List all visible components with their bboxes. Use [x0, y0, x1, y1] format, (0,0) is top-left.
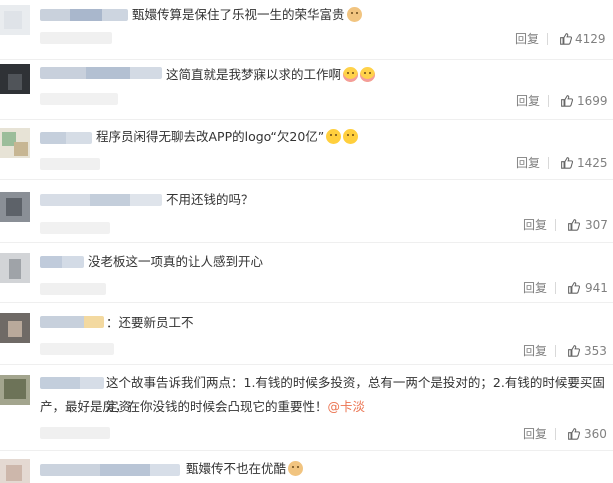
comment-actions: 回复 941	[523, 280, 611, 296]
thumbs-up-icon[interactable]	[567, 218, 580, 231]
avatar[interactable]	[0, 313, 30, 343]
timestamp-blurred	[40, 283, 106, 295]
like-count: 941	[585, 281, 608, 295]
comment-actions: 回复 1425	[516, 155, 611, 171]
avatar[interactable]	[0, 459, 30, 483]
divider	[555, 282, 556, 294]
timestamp-blurred	[40, 427, 110, 439]
username[interactable]	[40, 256, 84, 268]
comment-item: 这个故事告诉我们两点：1.有钱的时候多投资，总有一两个是投对的；2.有钱的时候要…	[0, 365, 613, 451]
like-count: 1425	[577, 156, 608, 170]
comment-text: 程序员闲得无聊去改APP的logo“欠20亿”	[96, 125, 359, 149]
avatar[interactable]	[0, 128, 30, 158]
divider	[555, 428, 556, 440]
timestamp-blurred	[40, 158, 100, 170]
comment-text: 这简直就是我梦寐以求的工作啊	[166, 63, 376, 87]
username[interactable]	[40, 316, 104, 328]
divider	[548, 157, 549, 169]
avatar[interactable]	[0, 192, 30, 222]
divider	[547, 33, 548, 45]
reply-button[interactable]: 回复	[523, 217, 547, 233]
divider	[548, 95, 549, 107]
username[interactable]	[40, 67, 162, 79]
comment-item: 甄嬛传不也在优酷	[0, 451, 613, 483]
comment-actions: 回复 360	[523, 426, 611, 442]
doge-icon	[346, 7, 362, 22]
comment-text: 没老板这一项真的让人感到开心	[88, 254, 264, 269]
avatar[interactable]	[0, 64, 30, 94]
comment-actions: 回复 4129	[515, 31, 610, 47]
like-count: 360	[584, 427, 607, 441]
comment-item: 甄嬛传算是保住了乐视一生的荣华富贵 回复 4129	[0, 0, 613, 60]
timestamp-blurred	[40, 32, 112, 44]
comment-text: 甄嬛传算是保住了乐视一生的荣华富贵	[132, 3, 362, 27]
laugh-icon	[343, 129, 359, 144]
comment-list: 甄嬛传算是保住了乐视一生的荣华富贵 回复 4129 这简直就是我梦寐以求的工作啊…	[0, 0, 613, 483]
comment-item: ：还要新员工不 回复 353	[0, 303, 613, 365]
timestamp-blurred	[40, 222, 110, 234]
thumbs-up-icon[interactable]	[560, 156, 573, 169]
username[interactable]	[40, 464, 180, 476]
reply-button[interactable]: 回复	[516, 155, 540, 171]
reply-button[interactable]: 回复	[523, 426, 547, 442]
mention-link[interactable]: @卡淡	[328, 399, 366, 414]
comment-item: 程序员闲得无聊去改APP的logo“欠20亿” 回复 1425	[0, 120, 613, 180]
heart-face-icon	[343, 67, 359, 82]
comment-text: ：还要新员工不	[106, 315, 194, 330]
username[interactable]	[40, 377, 104, 389]
avatar[interactable]	[0, 253, 30, 283]
avatar[interactable]	[0, 5, 30, 35]
comment-text: 甄嬛传不也在优酷	[186, 457, 304, 481]
comment-item: 不用还钱的吗？ 回复 307	[0, 180, 613, 243]
comment-text-continued: 产，最好是房，在你没钱的时候会凸现它的重要性！@卡淡	[40, 399, 366, 414]
comment-actions: 回复 1699	[516, 93, 611, 109]
like-count: 353	[584, 344, 607, 358]
timestamp-blurred	[40, 93, 118, 105]
like-count: 4129	[575, 32, 606, 46]
comment-actions: 回复 353	[523, 343, 611, 359]
comment-item: 没老板这一项真的让人感到开心 回复 941	[0, 243, 613, 303]
like-count: 1699	[577, 94, 608, 108]
divider	[555, 345, 556, 357]
like-count: 307	[585, 218, 608, 232]
thumbs-up-icon[interactable]	[559, 32, 572, 45]
avatar[interactable]	[0, 375, 30, 405]
username[interactable]	[40, 132, 92, 144]
divider	[555, 219, 556, 231]
username[interactable]	[40, 9, 128, 21]
reply-button[interactable]: 回复	[515, 31, 539, 47]
reply-button[interactable]: 回复	[523, 343, 547, 359]
reply-button[interactable]: 回复	[516, 93, 540, 109]
thumbs-up-icon[interactable]	[560, 94, 573, 107]
thumbs-up-icon[interactable]	[567, 344, 580, 357]
thumbs-up-icon[interactable]	[567, 281, 580, 294]
username[interactable]	[40, 194, 162, 206]
comment-item: 这简直就是我梦寐以求的工作啊 回复 1699	[0, 60, 613, 120]
comment-actions: 回复 307	[523, 217, 611, 233]
comment-text: 不用还钱的吗？	[166, 192, 254, 207]
reply-button[interactable]: 回复	[523, 280, 547, 296]
heart-face-icon	[360, 67, 376, 82]
thumbs-up-icon[interactable]	[567, 427, 580, 440]
timestamp-blurred	[40, 343, 114, 355]
laugh-icon	[326, 129, 342, 144]
doge-icon	[288, 461, 304, 476]
